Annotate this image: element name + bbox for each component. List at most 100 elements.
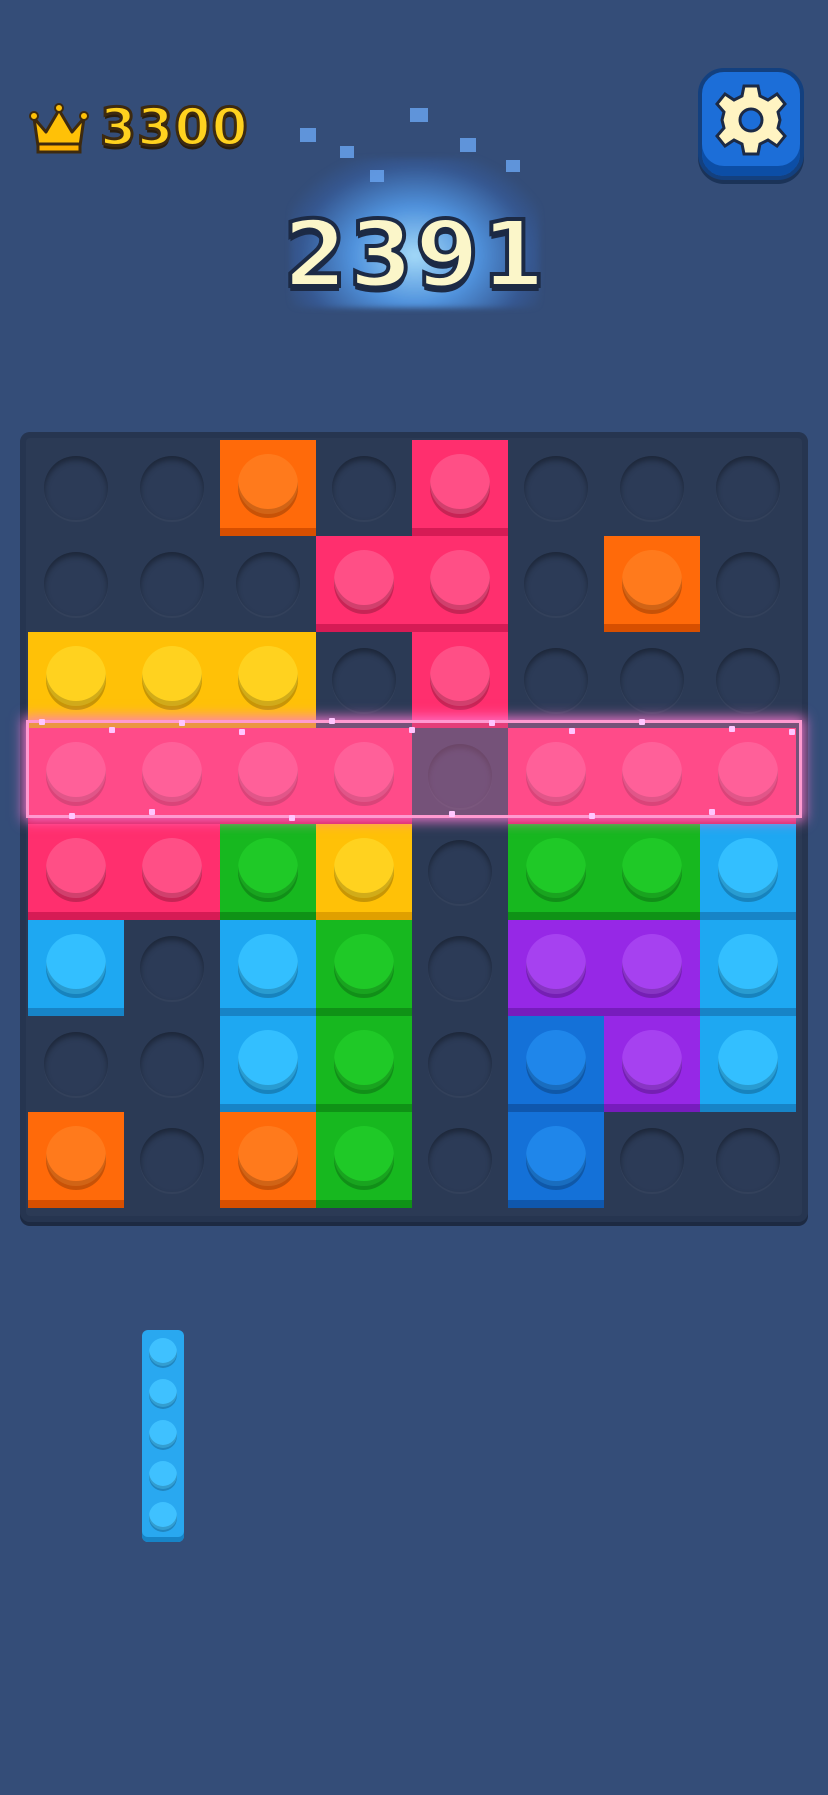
block-cell-blue bbox=[508, 1112, 604, 1208]
block-cell-yellow bbox=[28, 632, 124, 728]
block-cell-pink bbox=[124, 824, 220, 920]
block-cell-purple bbox=[604, 920, 700, 1016]
block-cell-green bbox=[508, 824, 604, 920]
sparkle bbox=[39, 719, 45, 725]
empty-slot[interactable] bbox=[524, 648, 588, 712]
empty-slot[interactable] bbox=[620, 456, 684, 520]
glow-pixel bbox=[340, 146, 354, 158]
sparkle bbox=[69, 813, 75, 819]
tray-piece-stud bbox=[149, 1461, 177, 1489]
block-cell-green bbox=[316, 1112, 412, 1208]
empty-slot[interactable] bbox=[620, 1128, 684, 1192]
block-cell-lightblue bbox=[700, 1016, 796, 1112]
empty-slot[interactable] bbox=[332, 648, 396, 712]
empty-slot[interactable] bbox=[140, 1128, 204, 1192]
glow-pixel bbox=[370, 170, 384, 182]
empty-slot[interactable] bbox=[716, 648, 780, 712]
block-stud bbox=[334, 838, 394, 898]
sparkle bbox=[449, 811, 455, 817]
empty-slot[interactable] bbox=[44, 456, 108, 520]
block-stud bbox=[622, 1030, 682, 1090]
block-stud bbox=[238, 838, 298, 898]
empty-slot[interactable] bbox=[716, 1128, 780, 1192]
block-stud bbox=[46, 646, 106, 706]
settings-button[interactable] bbox=[698, 68, 804, 180]
block-cell-yellow bbox=[220, 632, 316, 728]
tray-piece-stud bbox=[149, 1338, 177, 1366]
block-stud bbox=[238, 454, 298, 514]
empty-slot[interactable] bbox=[44, 552, 108, 616]
sparkle bbox=[639, 719, 645, 725]
tray-piece-stud bbox=[149, 1420, 177, 1448]
empty-slot[interactable] bbox=[716, 552, 780, 616]
block-stud bbox=[238, 1126, 298, 1186]
block-cell-yellow bbox=[316, 824, 412, 920]
block-stud bbox=[430, 550, 490, 610]
empty-slot[interactable] bbox=[524, 552, 588, 616]
block-stud bbox=[46, 838, 106, 898]
empty-slot[interactable] bbox=[236, 552, 300, 616]
block-cell-orange bbox=[28, 1112, 124, 1208]
block-stud bbox=[238, 1030, 298, 1090]
empty-slot[interactable] bbox=[140, 456, 204, 520]
glow-pixel bbox=[410, 108, 428, 122]
best-score: 3300 bbox=[28, 96, 249, 160]
block-stud bbox=[526, 1030, 586, 1090]
best-score-value: 3300 bbox=[99, 97, 250, 160]
sparkle bbox=[489, 720, 495, 726]
row-clear-highlight bbox=[26, 718, 802, 821]
glow-pixel bbox=[460, 138, 476, 152]
empty-slot[interactable] bbox=[428, 840, 492, 904]
current-score: 2391 bbox=[270, 108, 560, 310]
gear-icon bbox=[715, 84, 787, 156]
block-cell-orange bbox=[604, 536, 700, 632]
sparkle bbox=[149, 809, 155, 815]
block-cell-lightblue bbox=[700, 824, 796, 920]
sparkle bbox=[709, 809, 715, 815]
empty-slot[interactable] bbox=[428, 1128, 492, 1192]
block-cell-pink bbox=[412, 440, 508, 536]
block-stud bbox=[526, 934, 586, 994]
block-stud bbox=[622, 838, 682, 898]
block-cell-purple bbox=[508, 920, 604, 1016]
empty-slot[interactable] bbox=[428, 1032, 492, 1096]
empty-slot[interactable] bbox=[428, 936, 492, 1000]
block-stud bbox=[718, 934, 778, 994]
tray-piece-stud bbox=[149, 1502, 177, 1530]
glow-pixel bbox=[506, 160, 520, 172]
game-board[interactable] bbox=[20, 432, 808, 1222]
block-cell-pink bbox=[28, 824, 124, 920]
glow-pixel bbox=[300, 128, 316, 142]
block-cell-lightblue bbox=[700, 920, 796, 1016]
empty-slot[interactable] bbox=[140, 1032, 204, 1096]
block-stud bbox=[718, 838, 778, 898]
block-stud bbox=[430, 454, 490, 514]
sparkle bbox=[729, 726, 735, 732]
empty-slot[interactable] bbox=[140, 936, 204, 1000]
empty-slot[interactable] bbox=[620, 648, 684, 712]
sparkle bbox=[569, 728, 575, 734]
empty-slot[interactable] bbox=[332, 456, 396, 520]
sparkle bbox=[789, 729, 795, 735]
block-stud bbox=[142, 646, 202, 706]
block-stud bbox=[334, 1126, 394, 1186]
empty-slot[interactable] bbox=[140, 552, 204, 616]
block-stud bbox=[718, 1030, 778, 1090]
sparkle bbox=[239, 729, 245, 735]
block-stud bbox=[46, 934, 106, 994]
block-stud bbox=[46, 1126, 106, 1186]
block-cell-orange bbox=[220, 440, 316, 536]
block-cell-orange bbox=[220, 1112, 316, 1208]
block-cell-lightblue bbox=[220, 920, 316, 1016]
tray-piece-stud bbox=[149, 1379, 177, 1407]
block-stud bbox=[238, 646, 298, 706]
tray-piece[interactable] bbox=[142, 1330, 184, 1542]
empty-slot[interactable] bbox=[716, 456, 780, 520]
sparkle bbox=[329, 718, 335, 724]
empty-slot[interactable] bbox=[44, 1032, 108, 1096]
block-cell-green bbox=[604, 824, 700, 920]
empty-slot[interactable] bbox=[524, 456, 588, 520]
block-stud bbox=[334, 550, 394, 610]
sparkle bbox=[409, 727, 415, 733]
block-cell-purple bbox=[604, 1016, 700, 1112]
